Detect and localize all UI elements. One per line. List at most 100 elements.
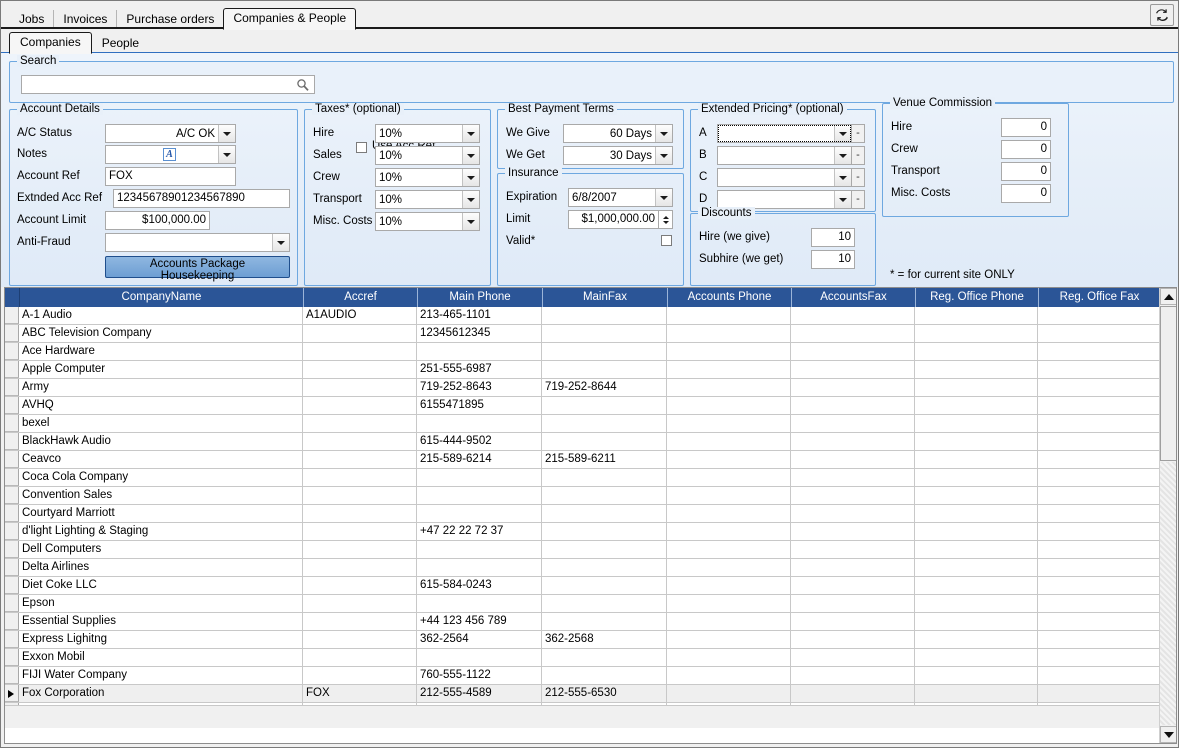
table-row[interactable]: Dell Computers bbox=[5, 541, 1160, 559]
grid-cell[interactable] bbox=[915, 433, 1038, 450]
main-tab-purchase-orders[interactable]: Purchase orders bbox=[116, 10, 223, 29]
grid-column-header-main-phone[interactable]: Main Phone bbox=[418, 288, 543, 307]
grid-cell[interactable] bbox=[791, 415, 915, 432]
grid-cell[interactable] bbox=[791, 541, 915, 558]
grid-cell[interactable]: Ace Hardware bbox=[19, 343, 303, 360]
row-selector[interactable] bbox=[5, 595, 19, 612]
grid-cell[interactable]: A1AUDIO bbox=[303, 307, 417, 324]
grid-cell[interactable] bbox=[303, 541, 417, 558]
grid-cell[interactable] bbox=[542, 415, 667, 432]
grid-cell[interactable] bbox=[667, 649, 791, 666]
grid-cell[interactable]: ABC Television Company bbox=[19, 325, 303, 342]
grid-cell[interactable] bbox=[417, 505, 542, 522]
grid-cell[interactable] bbox=[1038, 361, 1160, 378]
grid-cell[interactable] bbox=[791, 343, 915, 360]
grid-cell[interactable]: Delta Airlines bbox=[19, 559, 303, 576]
grid-cell[interactable] bbox=[1038, 523, 1160, 540]
grid-cell[interactable] bbox=[303, 433, 417, 450]
grid-cell[interactable] bbox=[791, 487, 915, 504]
venue-commission-field-0[interactable]: 0 bbox=[1001, 118, 1051, 137]
table-row[interactable]: BlackHawk Audio615-444-9502 bbox=[5, 433, 1160, 451]
table-row[interactable]: Coca Cola Company bbox=[5, 469, 1160, 487]
grid-cell[interactable] bbox=[1038, 469, 1160, 486]
grid-cell[interactable]: +44 123 456 789 bbox=[417, 613, 542, 630]
grid-cell[interactable]: 719-252-8644 bbox=[542, 379, 667, 396]
grid-cell[interactable]: Fox Corporation bbox=[19, 685, 303, 702]
grid-cell[interactable]: 12345612345 bbox=[417, 325, 542, 342]
grid-cell[interactable]: Express Lighitng bbox=[19, 631, 303, 648]
grid-cell[interactable] bbox=[915, 505, 1038, 522]
grid-cell[interactable] bbox=[417, 649, 542, 666]
row-selector[interactable] bbox=[5, 667, 19, 684]
grid-cell[interactable] bbox=[915, 325, 1038, 342]
grid-cell[interactable] bbox=[1038, 613, 1160, 630]
table-row[interactable]: Express Lighitng362-2564362-2568 bbox=[5, 631, 1160, 649]
grid-column-header-mainfax[interactable]: MainFax bbox=[543, 288, 668, 307]
grid-cell[interactable] bbox=[791, 307, 915, 324]
extended-pricing-combo-1[interactable] bbox=[717, 146, 852, 165]
table-row[interactable]: d'light Lighting & Staging+47 22 22 72 3… bbox=[5, 523, 1160, 541]
grid-cell[interactable] bbox=[303, 379, 417, 396]
grid-cell[interactable]: 215-589-6211 bbox=[542, 451, 667, 468]
main-tab-invoices[interactable]: Invoices bbox=[53, 10, 116, 29]
ac-status-combo[interactable]: A/C OK bbox=[105, 124, 236, 143]
grid-cell[interactable] bbox=[417, 469, 542, 486]
table-row[interactable]: Delta Airlines bbox=[5, 559, 1160, 577]
table-row[interactable]: Exxon Mobil bbox=[5, 649, 1160, 667]
discounts-field-1[interactable]: 10 bbox=[811, 250, 855, 269]
row-selector[interactable] bbox=[5, 451, 19, 468]
grid-cell[interactable] bbox=[791, 685, 915, 702]
grid-cell[interactable] bbox=[303, 559, 417, 576]
row-selector-current[interactable] bbox=[5, 685, 19, 702]
grid-cell[interactable] bbox=[667, 685, 791, 702]
taxes-combo-3[interactable]: 10% bbox=[375, 190, 480, 209]
grid-cell[interactable] bbox=[303, 397, 417, 414]
scroll-up-button[interactable] bbox=[1160, 288, 1177, 305]
grid-cell[interactable] bbox=[915, 343, 1038, 360]
grid-cell[interactable]: Exxon Mobil bbox=[19, 649, 303, 666]
venue-commission-field-1[interactable]: 0 bbox=[1001, 140, 1051, 159]
extended-pricing-combo-2[interactable] bbox=[717, 168, 852, 187]
grid-cell[interactable] bbox=[915, 451, 1038, 468]
grid-cell[interactable] bbox=[303, 451, 417, 468]
row-selector[interactable] bbox=[5, 631, 19, 648]
grid-cell[interactable]: Coca Cola Company bbox=[19, 469, 303, 486]
grid-cell[interactable] bbox=[542, 505, 667, 522]
insurance-limit-field[interactable]: $1,000,000.00 bbox=[568, 210, 659, 229]
accounts-package-housekeeping-button[interactable]: Accounts Package Housekeeping bbox=[105, 256, 290, 278]
grid-cell[interactable] bbox=[667, 523, 791, 540]
grid-cell[interactable] bbox=[915, 631, 1038, 648]
extended-acc-ref-field[interactable]: 12345678901234567890 bbox=[113, 189, 290, 208]
grid-cell[interactable] bbox=[542, 433, 667, 450]
row-selector[interactable] bbox=[5, 649, 19, 666]
grid-cell[interactable]: Army bbox=[19, 379, 303, 396]
grid-cell[interactable] bbox=[303, 361, 417, 378]
table-row[interactable]: Ace Hardware bbox=[5, 343, 1160, 361]
taxes-combo-2[interactable]: 10% bbox=[375, 168, 480, 187]
grid-cell[interactable] bbox=[417, 487, 542, 504]
grid-cell[interactable] bbox=[1038, 379, 1160, 396]
grid-cell[interactable]: 212-555-6530 bbox=[542, 685, 667, 702]
table-row[interactable]: AVHQ6155471895 bbox=[5, 397, 1160, 415]
venue-commission-field-3[interactable]: 0 bbox=[1001, 184, 1051, 203]
account-limit-field[interactable]: $100,000.00 bbox=[105, 211, 210, 230]
grid-cell[interactable] bbox=[667, 361, 791, 378]
grid-cell[interactable] bbox=[915, 667, 1038, 684]
grid-cell[interactable] bbox=[915, 595, 1038, 612]
extended-pricing-minus-button-1[interactable]: - bbox=[852, 146, 865, 165]
grid-cell[interactable]: Diet Coke LLC bbox=[19, 577, 303, 594]
taxes-combo-4[interactable]: 10% bbox=[375, 212, 480, 231]
grid-cell[interactable] bbox=[915, 361, 1038, 378]
grid-cell[interactable] bbox=[303, 505, 417, 522]
grid-cell[interactable] bbox=[791, 667, 915, 684]
grid-cell[interactable] bbox=[1038, 325, 1160, 342]
grid-cell[interactable] bbox=[667, 469, 791, 486]
grid-cell[interactable] bbox=[915, 487, 1038, 504]
grid-cell[interactable] bbox=[667, 307, 791, 324]
grid-cell[interactable] bbox=[542, 361, 667, 378]
grid-cell[interactable] bbox=[791, 505, 915, 522]
grid-cell[interactable] bbox=[667, 505, 791, 522]
grid-cell[interactable] bbox=[542, 595, 667, 612]
grid-cell[interactable]: 719-252-8643 bbox=[417, 379, 542, 396]
grid-cell[interactable] bbox=[915, 469, 1038, 486]
